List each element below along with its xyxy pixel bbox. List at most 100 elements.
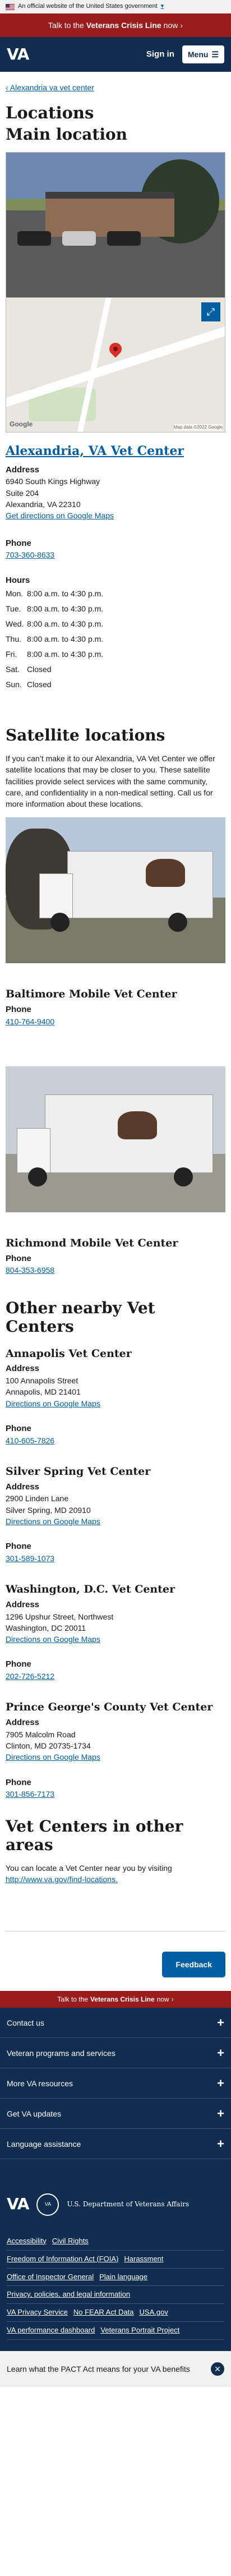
map-copyright: Map data ©2022 Google [173, 424, 223, 431]
satellite-name: Richmond Mobile Vet Center [6, 1236, 178, 1249]
crisis-suffix: now [156, 1995, 169, 2003]
location-map[interactable]: ⤢ Google Map data ©2022 Google [6, 297, 225, 433]
hours-row: Fri. 8:00 a.m. to 4:30 p.m. [6, 650, 104, 659]
find-locations-link[interactable]: http://www.va.gov/find-locations. [6, 1875, 118, 1884]
phone-link[interactable]: 703-360-8633 [6, 550, 54, 559]
footer-accordion-more-resources[interactable]: More VA resources + [0, 2068, 231, 2099]
gov-banner[interactable]: An official website of the United States… [0, 0, 231, 13]
breadcrumb-link[interactable]: ‹ Alexandria va vet center [6, 83, 94, 92]
va-seal-icon: VA [36, 2193, 59, 2216]
hours-row: Wed. 8:00 a.m. to 4:30 p.m. [6, 619, 104, 629]
expand-map-icon[interactable]: ⤢ [201, 302, 220, 321]
hours-label: Hours [6, 575, 30, 585]
phone-link[interactable]: 301-589-1073 [6, 1554, 54, 1563]
footer-accordion-get-updates[interactable]: Get VA updates + [0, 2099, 231, 2129]
phone-link[interactable]: 804-353-6958 [6, 1266, 54, 1275]
footer-link[interactable]: Plain language [99, 2272, 147, 2283]
phone-link[interactable]: 202-726-5212 [6, 1672, 54, 1681]
facility-name: Alexandria, VA Vet Center [6, 443, 225, 461]
phone-label: Phone [6, 1423, 31, 1433]
facility-name-link[interactable]: Alexandria, VA Vet Center [6, 444, 184, 458]
photo-car [17, 231, 51, 246]
plus-icon: + [217, 2045, 224, 2060]
close-icon[interactable]: ✕ [211, 2362, 224, 2376]
hours-row: Sat. Closed [6, 665, 52, 674]
footer-crisis-banner[interactable]: Talk to the Veterans Crisis Line now › [0, 1991, 231, 2008]
us-flag-icon [6, 3, 15, 10]
nearby-facility: Silver Spring Vet Center Address 2900 Li… [6, 1464, 225, 1564]
phone-link[interactable]: 410-605-7826 [6, 1436, 54, 1445]
feedback-button[interactable]: Feedback [162, 1951, 225, 1978]
directions-link[interactable]: Get directions on Google Maps [6, 511, 114, 520]
menu-button[interactable]: Menu ☰ [182, 45, 224, 64]
directions-link[interactable]: Directions on Google Maps [6, 1517, 100, 1526]
plus-icon: + [217, 2106, 224, 2120]
satellite-section: Satellite locations If you can’t make it… [6, 726, 225, 1276]
address-label: Address [6, 464, 40, 475]
hours-row: Mon. 8:00 a.m. to 4:30 p.m. [6, 589, 104, 599]
directions-link[interactable]: Directions on Google Maps [6, 1635, 100, 1644]
map-road [6, 320, 225, 408]
footer-accordion-veteran-programs[interactable]: Veteran programs and services + [0, 2038, 231, 2069]
address-line: 6940 South Kings Highway [6, 477, 100, 486]
arrow-right-icon: › [171, 1995, 174, 2003]
footer-link[interactable]: Freedom of Information Act (FOIA) [7, 2254, 118, 2265]
footer-link[interactable]: Privacy, policies, and legal information [7, 2289, 130, 2300]
footer-link[interactable]: Civil Rights [52, 2236, 89, 2247]
hours-row: Thu. 8:00 a.m. to 4:30 p.m. [6, 634, 104, 644]
pact-act-banner[interactable]: Learn what the PACT Act means for your V… [0, 2350, 231, 2387]
footer-link[interactable]: VA Privacy Service [7, 2307, 68, 2318]
gov-banner-text: An official website of the United States… [18, 3, 158, 10]
plus-icon: + [217, 2015, 224, 2030]
chevron-down-icon[interactable]: ▾ [161, 2, 164, 11]
hours-row: Sun. Closed [6, 680, 52, 689]
phone-label: Phone [6, 1542, 31, 1552]
richmond-mobile-photo [6, 1066, 225, 1212]
crisis-line-banner[interactable]: Talk to the Veterans Crisis Line now › [0, 13, 231, 37]
hours-list: Mon. 8:00 a.m. to 4:30 p.m. Tue. 8:00 a.m.… [6, 586, 225, 692]
photo-building [45, 191, 174, 237]
footer-accordion-language[interactable]: Language assistance + [0, 2129, 231, 2160]
footer-link[interactable]: Accessibility [7, 2236, 47, 2247]
footer-link[interactable]: VA performance dashboard [7, 2325, 95, 2336]
address-line: Suite 204 [6, 488, 39, 498]
nearby-facility: Annapolis Vet Center Address 100 Annapol… [6, 1346, 225, 1446]
crisis-prefix: Talk to the [48, 20, 84, 30]
map-pin-icon [107, 340, 124, 358]
footer-links: Accessibility Civil Rights Freedom of Inf… [0, 2233, 231, 2340]
phone-label: Phone [6, 1777, 31, 1787]
sign-in-button[interactable]: Sign in [146, 48, 174, 61]
phone-link[interactable]: 301-856-7173 [6, 1790, 54, 1798]
feedback-row: Feedback [6, 1930, 225, 1978]
footer-logos: VA VA U.S. Department of Veterans Affair… [0, 2159, 231, 2233]
va-logo[interactable]: VA [7, 2193, 29, 2216]
hamburger-icon: ☰ [211, 49, 219, 59]
va-logo[interactable]: VA [7, 43, 29, 66]
satellite-name: Baltimore Mobile Vet Center [6, 988, 177, 1001]
directions-link[interactable]: Directions on Google Maps [6, 1399, 100, 1408]
footer-link[interactable]: Veterans Portrait Project [100, 2325, 179, 2336]
footer-link[interactable]: No FEAR Act Data [73, 2307, 134, 2318]
nearby-facility: Prince George's County Vet Center Addres… [6, 1700, 225, 1800]
footer-link[interactable]: Office of Inspector General [7, 2272, 94, 2283]
site-header: VA Sign in Menu ☰ [0, 37, 231, 72]
footer-link[interactable]: Harassment [124, 2254, 163, 2265]
nearby-section: Other nearby Vet Centers Annapolis Vet C… [6, 1299, 225, 1800]
pact-act-text: Learn what the PACT Act means for your V… [7, 2364, 190, 2373]
plus-icon: + [217, 2136, 224, 2151]
nearby-facility-name: Washington, D.C. Vet Center [6, 1583, 175, 1596]
crisis-prefix: Talk to the [57, 1995, 88, 2003]
directions-link[interactable]: Directions on Google Maps [6, 1752, 100, 1761]
facility-address: 6940 South Kings Highway Suite 204 Alexa… [6, 476, 225, 521]
crisis-line-name: Veterans Crisis Line [86, 20, 161, 30]
nearby-facility: Washington, D.C. Vet Center Address 1296… [6, 1582, 225, 1682]
address-label: Address [6, 1599, 40, 1609]
crisis-suffix: now [163, 20, 178, 30]
phone-link[interactable]: 410-764-9400 [6, 1017, 54, 1026]
footer-accordion-contact-us[interactable]: Contact us + [0, 2008, 231, 2039]
footer-link[interactable]: USA.gov [140, 2307, 168, 2318]
department-name: U.S. Department of Veterans Affairs [67, 2200, 190, 2209]
menu-label: Menu [187, 49, 209, 59]
satellite-intro: If you can’t make it to our Alexandria, … [6, 753, 215, 809]
address-label: Address [6, 1482, 40, 1492]
